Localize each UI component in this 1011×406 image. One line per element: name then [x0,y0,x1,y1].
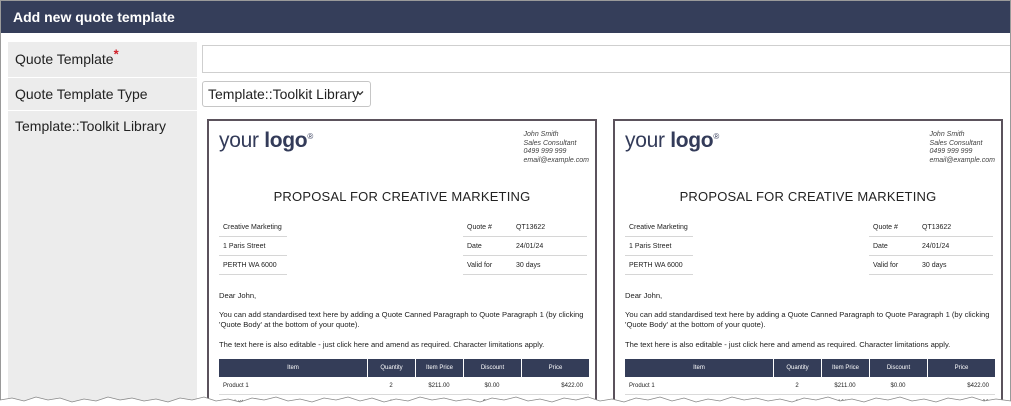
table-header-cell: Item Price [821,359,869,377]
quote-meta-row: Date 24/01/24 [869,238,993,256]
meta-label: Valid for [467,262,493,269]
your-logo: your logo® [219,129,313,152]
greeting: Dear John, [219,291,257,300]
table-header-cell: Quantity [367,359,415,377]
table-header-cell: Price [927,359,995,377]
table-cell: $0.00 [890,383,906,389]
quote-meta-row: Quote # QT13622 [463,219,587,237]
quote-template-label-cell: Quote Template* [8,42,197,77]
meta-value: 30 days [922,262,947,269]
table-cell: Product 1 [223,383,249,389]
address-line: Creative Marketing [219,219,287,237]
address-line: 1 Paris Street [219,238,287,256]
table-header-cell: Quantity [773,359,821,377]
proposal-heading: PROPOSAL FOR CREATIVE MARKETING [273,189,531,204]
quote-template-type-value: Template::Toolkit Library [208,86,359,102]
table-header-cell: Item [693,365,705,371]
meta-label: Date [467,243,482,250]
table-header-cell: Item [287,365,299,371]
torn-edge [0,396,1011,406]
chevron-down-icon [356,91,364,96]
required-asterisk: * [113,46,119,62]
greeting: Dear John, [625,291,663,300]
quote-template-label: Quote Template [15,51,114,67]
table-row: Product 1 2 $211.00 $0.00 $422.00 [625,378,995,395]
intro-paragraph: You can add standardised text here by ad… [219,310,584,329]
proposal-heading: PROPOSAL FOR CREATIVE MARKETING [679,189,937,204]
contact-line: John Smith [523,131,559,138]
quote-meta-row: Valid for 30 days [463,257,587,275]
contact-line: 0499 999 999 [523,148,567,155]
panel-title: Add new quote template [1,1,1010,33]
intro-paragraph: You can add standardised text here by ad… [625,310,990,329]
contact-line: Sales Consultant [929,139,983,147]
contact-line: Sales Consultant [523,139,577,147]
meta-value: QT13622 [922,224,952,231]
meta-value: QT13622 [516,224,546,231]
table-header-cell: Price [521,359,589,377]
quote-template-type-label-cell: Quote Template Type [8,78,197,110]
meta-label: Date [873,243,888,250]
template-preview-card[interactable]: your logo® John Smith Sales Consultant 0499… [207,119,597,405]
address-line: PERTH WA 6000 [219,257,287,275]
table-cell: 2 [795,383,799,389]
meta-value: 30 days [516,262,541,269]
meta-label: Valid for [873,262,899,269]
items-table-header: Item Quantity Item Price Discount Price [219,359,589,377]
add-quote-template-panel: Add new quote template Quote Template* Q… [0,0,1011,406]
meta-label: Quote # [467,224,492,231]
table-row: Product 1 2 $211.00 $0.00 $422.00 [219,378,589,395]
quote-meta-row: Quote # QT13622 [869,219,993,237]
table-cell: Product 1 [629,383,655,389]
contact-block: John Smith Sales Consultant 0499 999 999 em… [930,131,995,165]
address-line: 1 Paris Street [625,238,693,256]
quote-template-type-select[interactable]: Template::Toolkit Library [202,81,371,107]
editable-note: The text here is also editable - just cl… [219,340,545,349]
toolkit-library-label: Template::Toolkit Library [15,118,166,134]
table-cell: $422.00 [561,383,583,389]
table-header-cell: Item Price [415,359,463,377]
table-cell: $211.00 [834,383,856,389]
address-line: PERTH WA 6000 [625,257,693,275]
table-cell: 2 [389,383,393,389]
table-header-cell: Discount [463,359,521,377]
items-table-header: Item Quantity Item Price Discount Price [625,359,995,377]
editable-note: The text here is also editable - just cl… [625,340,951,349]
table-cell: $211.00 [428,383,450,389]
quote-template-type-label: Quote Template Type [15,86,148,102]
quote-meta-row: Date 24/01/24 [463,238,587,256]
table-cell: $422.00 [967,383,989,389]
template-preview-card[interactable]: your logo® John Smith Sales Consultant 0499… [613,119,1003,405]
contact-line: John Smith [929,131,965,138]
contact-line: 0499 999 999 [929,148,973,155]
toolkit-library-label-cell: Template::Toolkit Library [8,111,197,405]
table-cell: $0.00 [484,383,500,389]
quote-template-input[interactable] [202,45,1010,73]
contact-line: email@example.com [523,156,589,164]
contact-line: email@example.com [929,156,995,164]
table-header-cell: Discount [869,359,927,377]
meta-label: Quote # [873,224,898,231]
your-logo: your logo® [625,129,719,152]
quote-meta-row: Valid for 30 days [869,257,993,275]
meta-value: 24/01/24 [922,243,950,250]
meta-value: 24/01/24 [516,243,544,250]
address-line: Creative Marketing [625,219,693,237]
contact-block: John Smith Sales Consultant 0499 999 999 em… [524,131,589,165]
